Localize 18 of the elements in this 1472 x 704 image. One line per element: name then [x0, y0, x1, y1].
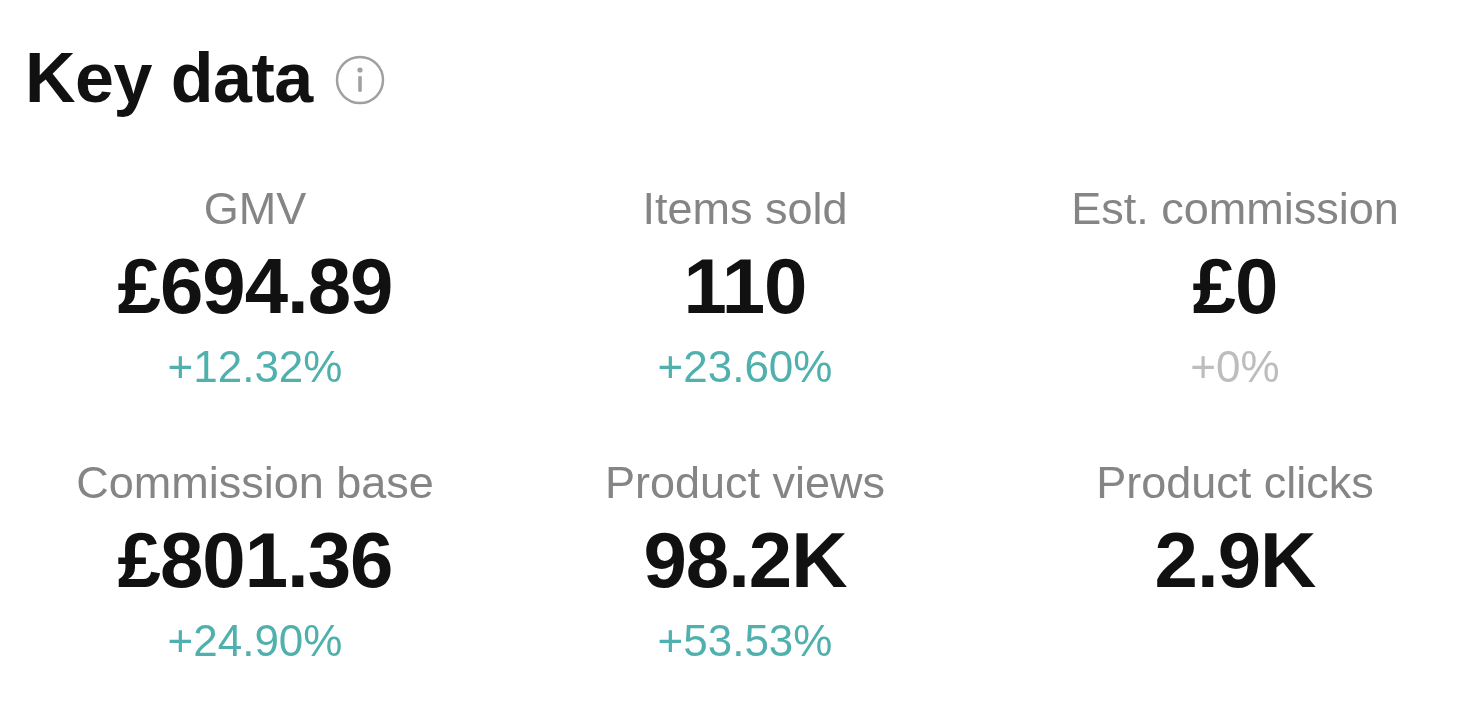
metric-change: +23.60%: [657, 341, 833, 393]
metric-value: £0: [1192, 246, 1278, 326]
metric-label: Commission base: [76, 457, 434, 509]
metric-change: +24.90%: [167, 615, 343, 667]
metric-change: +53.53%: [657, 615, 833, 667]
metric-label: GMV: [203, 183, 307, 235]
metric-value: 98.2K: [643, 520, 847, 600]
info-icon[interactable]: [334, 55, 385, 105]
metric-label: Product clicks: [1096, 457, 1374, 509]
metric-value: 110: [683, 246, 807, 326]
metric-value: £801.36: [117, 520, 393, 600]
metric-value: 2.9K: [1154, 520, 1316, 600]
metric-label: Product views: [604, 457, 886, 509]
metric-value: £694.89: [117, 246, 393, 326]
metric-change: +0%: [1190, 341, 1280, 393]
metric-label: Est. commission: [1071, 183, 1399, 235]
metric-change: +12.32%: [167, 341, 343, 393]
metric-label: Items sold: [642, 183, 848, 235]
